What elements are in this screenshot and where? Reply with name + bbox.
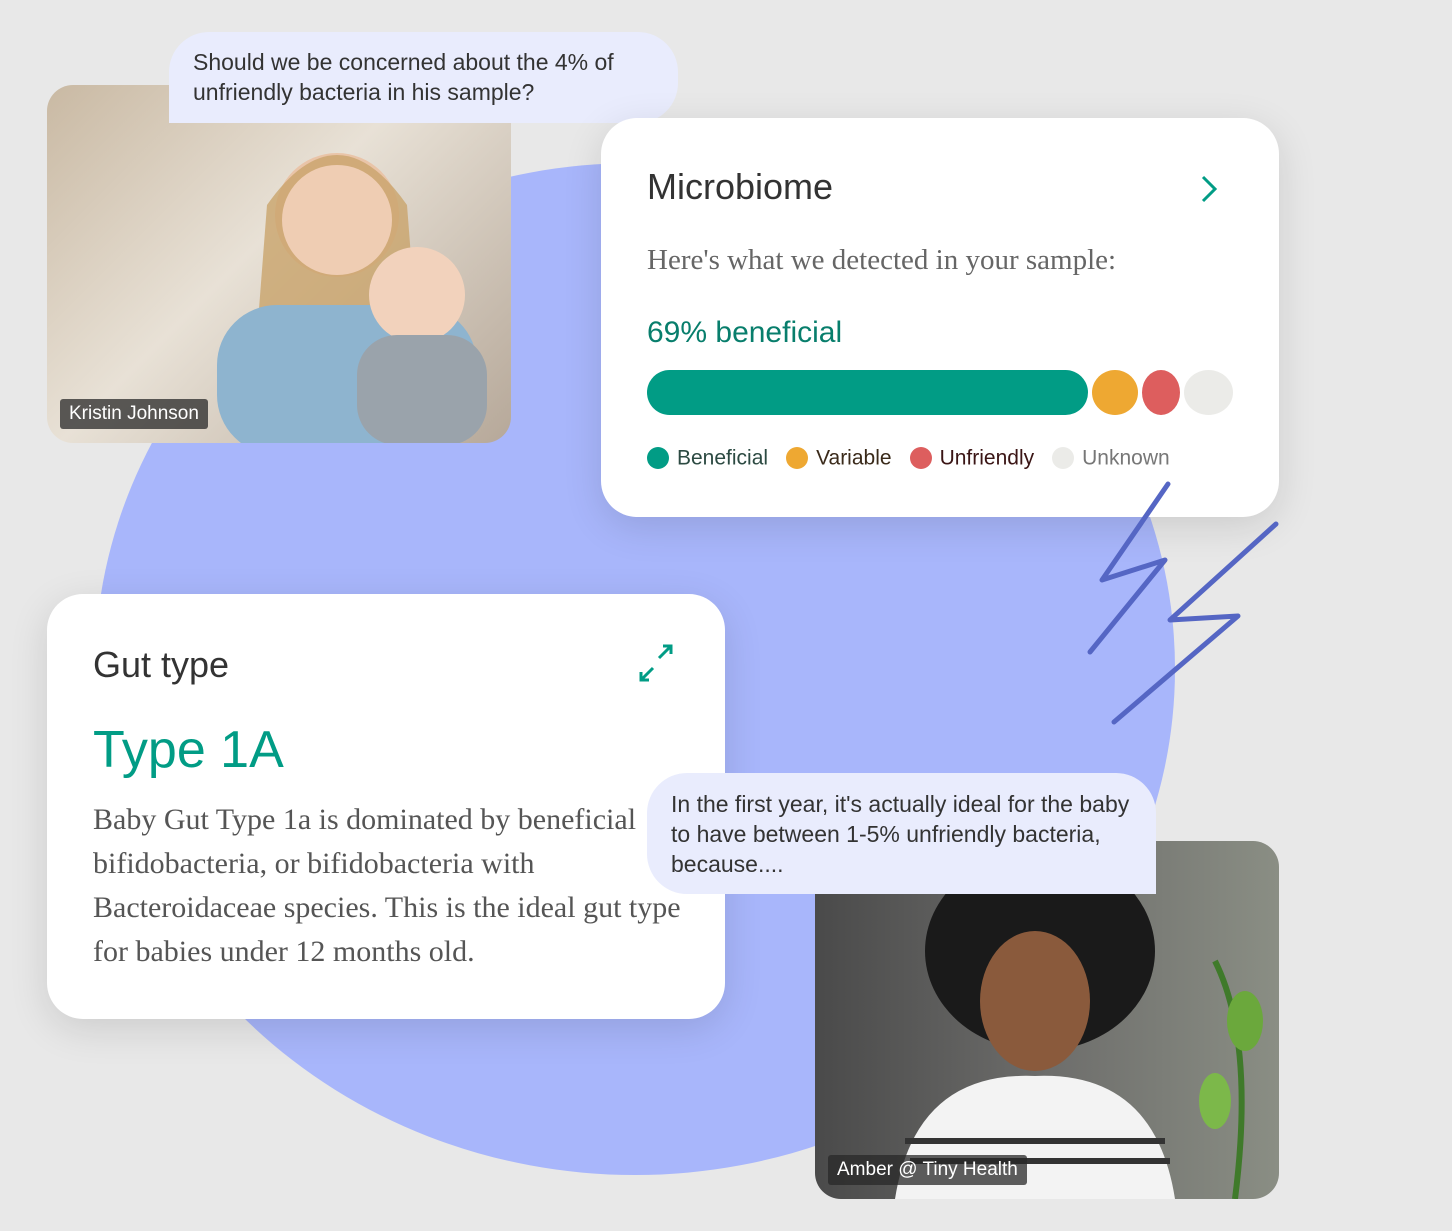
chat-bubble-question: Should we be concerned about the 4% of u… [169,32,678,123]
legend: Beneficial Variable Unfriendly Unknown [647,446,1170,470]
scribble-decoration [1087,481,1279,725]
gut-type-description: Baby Gut Type 1a is dominated by benefic… [93,803,681,968]
legend-item: Unknown [1052,446,1170,470]
gut-type-card[interactable]: Gut type Type 1A Baby Gut Type 1a is dom… [47,594,725,1019]
video-tile-amber: Amber @ Tiny Health [815,841,1279,1199]
bar-unfriendly [1142,370,1180,415]
bar-variable [1092,370,1138,415]
card-subtitle: Here's what we detected in your sample: [647,244,1117,276]
expand-icon[interactable] [637,644,677,684]
video-tile-kristin: Kristin Johnson [47,85,511,443]
participant-name: Kristin Johnson [60,399,208,429]
legend-item: Beneficial [647,446,768,470]
card-title: Gut type [93,644,230,685]
chat-bubble-answer: In the first year, it's actually ideal f… [647,773,1156,894]
participant-name: Amber @ Tiny Health [828,1155,1027,1185]
person-photo [895,851,1263,1199]
bar-beneficial [647,370,1088,415]
legend-item: Unfriendly [909,446,1034,470]
legend-item: Variable [786,446,892,470]
card-title: Microbiome [647,166,834,207]
person-photo [217,153,487,443]
chevron-right-icon[interactable] [1199,174,1219,204]
bar-unknown [1184,370,1233,415]
gut-type-value: Type 1A [93,721,284,779]
beneficial-headline: 69% beneficial [647,316,843,349]
